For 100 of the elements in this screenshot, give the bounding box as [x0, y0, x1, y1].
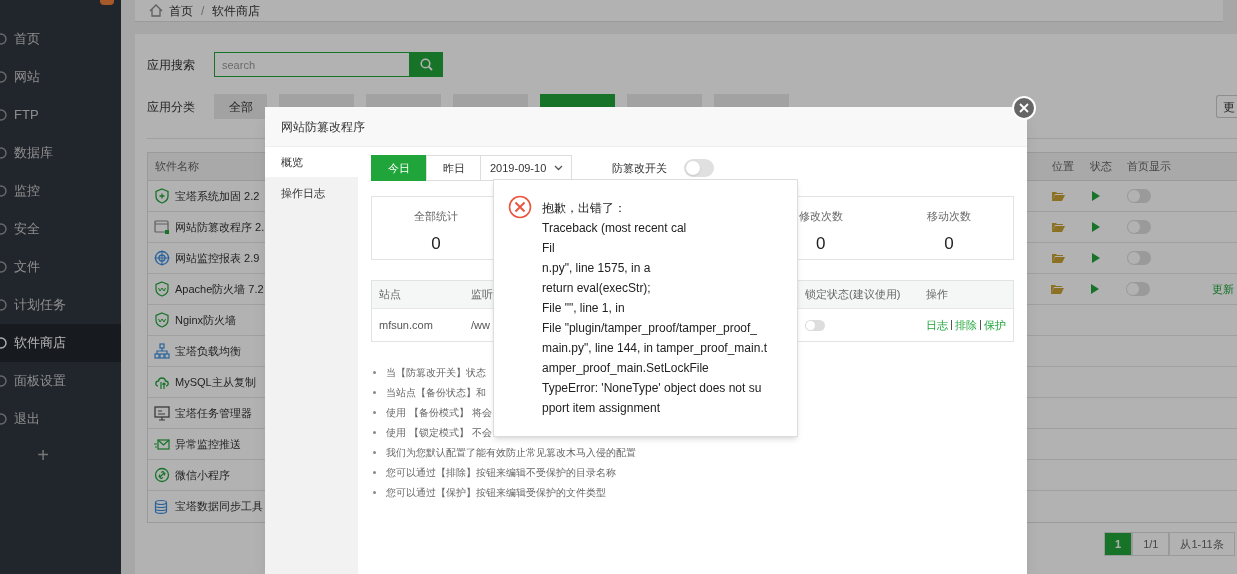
day-button[interactable]: 今日 [371, 155, 426, 181]
shield-plus-icon [154, 188, 170, 204]
play-icon [1091, 284, 1100, 294]
sidebar-item[interactable]: 文件 [0, 248, 121, 286]
page-button[interactable]: 1/1 [1132, 532, 1170, 556]
software-name: 异常监控推送 [175, 436, 241, 452]
bullet-icon [373, 470, 376, 474]
column-header: 锁定状态(建议使用) [805, 288, 901, 301]
window-lock-icon [154, 219, 170, 235]
column-header: 软件名称 [155, 160, 199, 173]
page-button[interactable]: 从1-11条 [1169, 532, 1235, 556]
sidebar-item[interactable]: 面板设置 [0, 362, 121, 400]
note-text: 我们为您默认配置了能有效防止常见篡改木马入侵的配置 [386, 445, 636, 460]
stat-label: 移动次数 [926, 209, 971, 224]
note-text: 当站点【备份状态】和 [386, 385, 486, 400]
error-text: pport item assignment [542, 400, 662, 417]
sidebar-item[interactable]: 首页 [0, 20, 121, 58]
modal-tab[interactable]: 操作日志 [265, 178, 358, 208]
cloud-arrows-icon [154, 374, 170, 390]
search-icon [420, 58, 433, 71]
note-text: 您可以通过【保护】按钮来编辑受保护的文件类型 [386, 485, 606, 500]
error-text: TypeError: 'NoneType' object does not su [542, 380, 763, 397]
home-icon[interactable] [149, 4, 163, 17]
toggle-switch[interactable] [805, 319, 825, 331]
breadcrumb-link[interactable]: 软件商店 [212, 1, 261, 20]
breadcrumb-link[interactable]: 首页 [169, 1, 193, 20]
modal-title: 网站防篡改程序 [265, 107, 1027, 147]
site-name: mfsun.com [379, 318, 433, 331]
category-label: 应用分类 [147, 98, 196, 116]
stat-value: 0 [944, 232, 954, 255]
error-title: 抱歉，出错了： [542, 200, 627, 217]
day-button[interactable]: 昨日 [426, 155, 481, 181]
sidebar-item[interactable]: 安全 [0, 210, 121, 248]
error-text: main.py", line 144, in tamper_proof_main.t [542, 340, 768, 357]
sidebar-item[interactable]: 数据库 [0, 134, 121, 172]
bullet-icon [373, 430, 376, 434]
monitor-icon [154, 405, 170, 421]
column-header: 首页显示 [1127, 160, 1171, 173]
column-header: 位置 [1052, 160, 1074, 173]
stat-label: 全部统计 [414, 209, 459, 224]
bullet-icon [373, 490, 376, 494]
column-header: 操作 [926, 288, 948, 301]
software-name: Apache防火墙 7.2 [175, 281, 264, 297]
sidebar-item[interactable]: FTP [0, 96, 121, 134]
switch-label: 防篡改开关 [612, 160, 667, 176]
toggle-switch[interactable] [1127, 189, 1151, 203]
software-name: 网站防篡改程序 2. [175, 219, 265, 235]
directory-path: /ww [471, 318, 490, 331]
search-label: 应用搜索 [147, 56, 196, 74]
bullet-icon [373, 370, 376, 374]
error-text: amper_proof_main.SetLockFile [542, 360, 710, 377]
error-text: Traceback (most recent cal [542, 220, 688, 237]
target-icon [154, 250, 170, 266]
network-icon [154, 343, 170, 359]
more-button[interactable]: 更 [1216, 95, 1237, 118]
toggle-switch[interactable] [1127, 220, 1151, 234]
bullet-icon [373, 410, 376, 414]
software-name: 网站监控报表 2.9 [175, 250, 260, 266]
folder-icon[interactable] [1052, 191, 1065, 201]
folder-icon[interactable] [1051, 284, 1065, 294]
page-button[interactable]: 1 [1104, 532, 1133, 556]
note-text: 当【防篡改开关】状态 [386, 365, 486, 380]
note-text: 使用 【备份模式】 将会 [386, 405, 492, 420]
stat-value: 0 [815, 232, 826, 255]
sidebar-item[interactable]: 网站 [0, 58, 121, 96]
bullet-icon [373, 450, 376, 454]
sidebar-item[interactable]: 监控 [0, 172, 121, 210]
search-button[interactable] [410, 52, 443, 77]
category-tab[interactable]: 全部 [214, 94, 267, 119]
action-link[interactable]: 日志 [926, 316, 948, 334]
folder-icon[interactable] [1052, 253, 1065, 263]
toggle-switch[interactable] [1127, 251, 1151, 265]
folder-icon[interactable] [1052, 222, 1065, 232]
column-header: 站点 [379, 288, 401, 301]
note-text: 使用 【锁定模式】 不会 [386, 425, 492, 440]
software-name: 宝塔系统加固 2.2 [175, 188, 260, 204]
sidebar-item[interactable]: 计划任务 [0, 286, 121, 324]
note-text: 您可以通过【排除】按钮来编辑不受保护的目录名称 [386, 465, 616, 480]
software-name: 宝塔负载均衡 [175, 343, 241, 359]
error-text: return eval(execStr); [542, 280, 652, 297]
error-icon [508, 195, 532, 219]
toggle-switch[interactable] [684, 159, 714, 177]
stat-label: 修改次数 [798, 209, 843, 224]
add-button[interactable]: + [0, 440, 86, 470]
software-name: MySQL主从复制 [175, 374, 256, 390]
sidebar-item[interactable]: 软件商店 [0, 324, 121, 362]
stat-value: 0 [431, 232, 441, 255]
update-link[interactable]: 更新 [1212, 280, 1234, 298]
software-name: 宝塔任务管理器 [175, 405, 252, 421]
search-field[interactable]: search [214, 52, 410, 77]
envelope-icon [154, 436, 170, 452]
column-header: 状态 [1090, 160, 1112, 173]
sidebar-item[interactable]: 退出 [0, 400, 121, 438]
link-circle-icon [154, 467, 170, 483]
action-link[interactable]: 排除 [955, 316, 977, 334]
modal-tab[interactable]: 概览 [265, 147, 358, 177]
error-text: n.py", line 1575, in a [542, 260, 652, 277]
toggle-switch[interactable] [1126, 282, 1151, 296]
bullet-icon [373, 390, 376, 394]
action-link[interactable]: 保护 [984, 316, 1006, 334]
